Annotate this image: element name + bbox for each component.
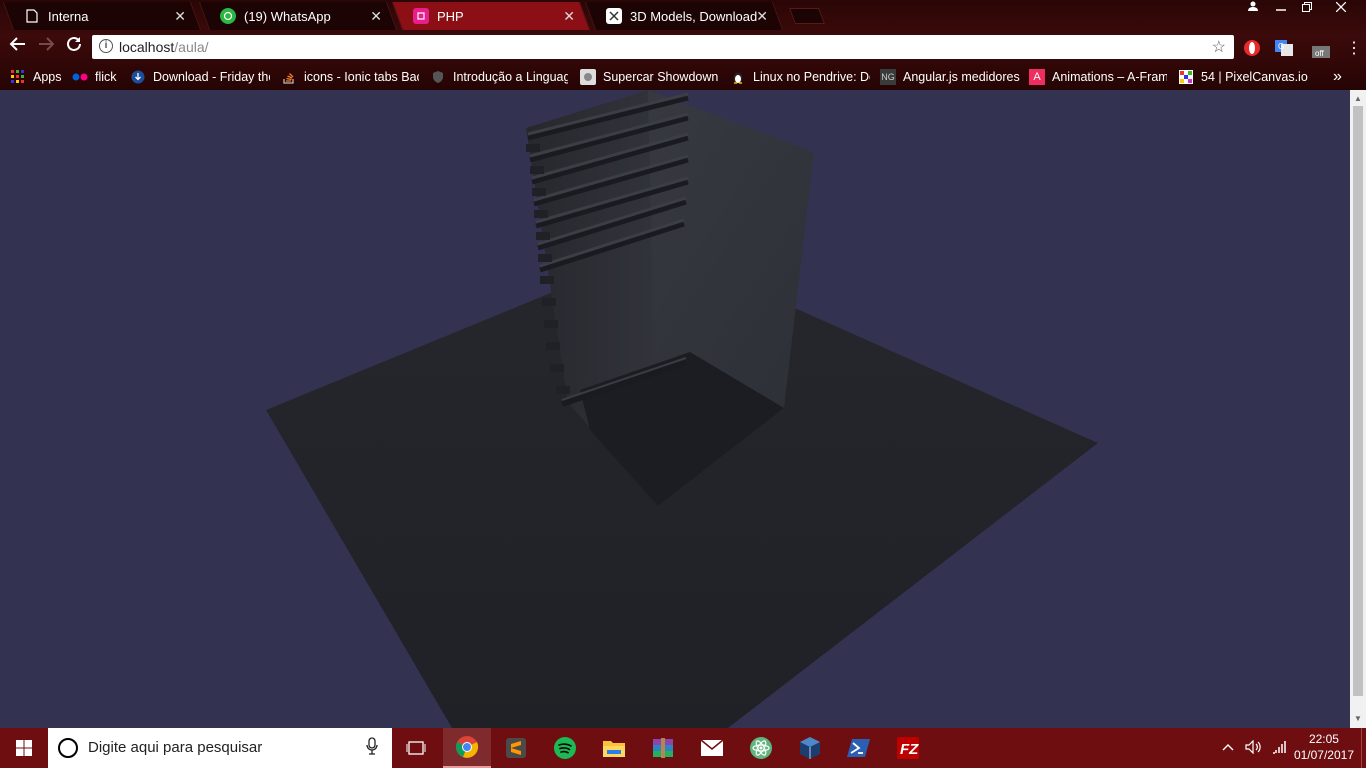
atom-icon[interactable] — [737, 728, 785, 768]
bookmark-angular-medidores[interactable]: NG Angular.js medidores — [880, 68, 1020, 86]
php-favicon-icon — [413, 8, 429, 24]
tab-php[interactable]: PHP ✕ — [389, 2, 593, 30]
file-explorer-icon[interactable] — [590, 728, 638, 768]
close-icon[interactable]: ✕ — [756, 8, 768, 25]
google-translate-icon[interactable]: G — [1274, 38, 1294, 58]
page-icon — [24, 8, 40, 24]
windows-logo-icon — [16, 740, 32, 756]
tab-label: 3D Models, Download 3D — [630, 8, 760, 24]
svg-text:G: G — [1278, 42, 1284, 51]
virtualbox-icon[interactable] — [786, 728, 834, 768]
download-icon — [130, 69, 146, 85]
bookmarks-bar: Apps flick Download - Friday the icons -… — [0, 64, 1366, 90]
reload-button[interactable] — [62, 35, 86, 59]
vertical-scrollbar[interactable]: ▲ ▼ — [1350, 90, 1366, 728]
mail-icon[interactable] — [688, 728, 736, 768]
svg-text:FZ: FZ — [900, 741, 919, 758]
bookmark-introducao-linguagem[interactable]: Introdução a Linguag — [430, 68, 568, 86]
bookmark-linux-pendrive[interactable]: Linux no Pendrive: De — [730, 68, 870, 86]
scroll-up-arrow-icon[interactable]: ▲ — [1354, 94, 1362, 103]
opera-vpn-extension-icon[interactable] — [1242, 38, 1262, 58]
powershell-icon[interactable] — [835, 728, 883, 768]
bookmark-pixelcanvas[interactable]: 54 | PixelCanvas.io — [1178, 68, 1313, 86]
bookmark-aframe-animations[interactable]: A Animations – A-Frame — [1029, 68, 1167, 86]
close-icon[interactable]: ✕ — [370, 8, 382, 25]
shield-icon — [430, 69, 446, 85]
browser-chrome: Interna ✕ (19) WhatsApp ✕ PHP ✕ 3D Model… — [0, 0, 1366, 90]
3d-models-favicon-icon — [606, 8, 622, 24]
tab-strip: Interna ✕ (19) WhatsApp ✕ PHP ✕ 3D Model… — [0, 0, 1366, 30]
filezilla-icon[interactable]: FZ — [884, 728, 932, 768]
scroll-down-arrow-icon[interactable]: ▼ — [1354, 714, 1362, 723]
network-icon[interactable] — [1272, 740, 1288, 757]
stackoverflow-icon — [281, 69, 297, 85]
taskbar-search-box[interactable]: Digite aqui para pesquisar — [48, 728, 392, 768]
tab-interna[interactable]: Interna ✕ — [0, 2, 204, 30]
show-desktop-button[interactable] — [1361, 728, 1366, 768]
restore-button[interactable] — [1292, 0, 1322, 18]
sublime-text-icon[interactable] — [492, 728, 540, 768]
whatsapp-icon — [220, 8, 236, 24]
profile-icon[interactable] — [1238, 0, 1268, 18]
pixelcanvas-icon — [1178, 69, 1194, 85]
off-extension-icon[interactable]: off — [1310, 42, 1334, 62]
show-hidden-icons-chevron-icon[interactable] — [1222, 740, 1234, 755]
winrar-icon[interactable] — [639, 728, 687, 768]
supercar-favicon-icon — [580, 69, 596, 85]
back-button[interactable] — [6, 35, 30, 59]
cortana-icon — [58, 738, 78, 758]
tab-label: PHP — [437, 8, 464, 24]
forward-button[interactable] — [34, 35, 58, 59]
chrome-taskbar-icon[interactable] — [443, 728, 491, 768]
tab-label: Interna — [48, 8, 89, 24]
bookmark-apps[interactable]: Apps — [10, 68, 70, 86]
close-icon[interactable]: ✕ — [174, 8, 186, 25]
start-button[interactable] — [0, 728, 48, 768]
tab-label: (19) WhatsApp — [244, 8, 331, 24]
address-bar[interactable]: i localhost/aula/ ☆ — [92, 35, 1234, 59]
tab-3d-models[interactable]: 3D Models, Download 3D ✕ — [582, 2, 786, 30]
url-text: localhost/aula/ — [119, 39, 209, 55]
info-icon[interactable]: i — [99, 39, 113, 53]
menu-icon[interactable]: ⋮ — [1344, 38, 1364, 58]
close-icon[interactable]: ✕ — [563, 8, 575, 25]
bookmark-flick[interactable]: flick — [72, 68, 124, 86]
apps-grid-icon — [10, 69, 26, 85]
task-view-icon[interactable] — [392, 728, 440, 768]
microphone-icon[interactable] — [366, 737, 378, 760]
tab-whatsapp[interactable]: (19) WhatsApp ✕ — [196, 2, 400, 30]
bookmark-star-icon[interactable]: ☆ — [1212, 37, 1226, 57]
volume-icon[interactable] — [1245, 739, 1263, 757]
system-clock[interactable]: 22:05 01/07/2017 — [1294, 731, 1354, 763]
ng-icon: NG — [880, 69, 896, 85]
tux-icon — [730, 69, 746, 85]
spotify-icon[interactable] — [541, 728, 589, 768]
windows-taskbar: Digite aqui para pesquisar FZ 22:05 01/0… — [0, 728, 1366, 768]
flickr-icon — [72, 69, 88, 85]
new-tab-button[interactable] — [789, 8, 825, 24]
webgl-canvas[interactable] — [0, 90, 1350, 728]
bookmark-ionic-icons[interactable]: icons - Ionic tabs Bac — [281, 68, 419, 86]
close-window-button[interactable] — [1326, 0, 1356, 18]
aframe-icon: A — [1029, 69, 1045, 85]
bookmarks-overflow-button[interactable]: » — [1333, 68, 1349, 86]
scrollbar-thumb[interactable] — [1353, 106, 1363, 696]
bookmark-download-friday[interactable]: Download - Friday the — [130, 68, 270, 86]
bookmark-supercar-showdown[interactable]: Supercar Showdown — [580, 68, 720, 86]
